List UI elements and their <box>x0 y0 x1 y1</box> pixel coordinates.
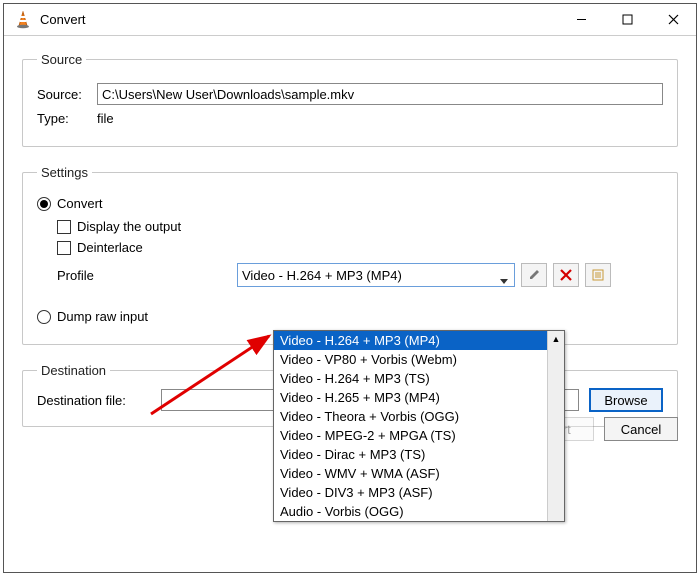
display-output-label: Display the output <box>77 219 181 234</box>
profile-option[interactable]: Video - H.264 + MP3 (MP4) <box>274 331 564 350</box>
profile-label: Profile <box>37 268 237 283</box>
source-label: Source: <box>37 87 97 102</box>
dump-raw-radio[interactable] <box>37 310 51 324</box>
delete-profile-button[interactable] <box>553 263 579 287</box>
profile-option[interactable]: Video - H.265 + MP3 (MP4) <box>274 388 564 407</box>
source-input[interactable] <box>97 83 663 105</box>
profile-option[interactable]: Video - WMV + WMA (ASF) <box>274 464 564 483</box>
scroll-up-icon[interactable]: ▲ <box>548 331 564 347</box>
destination-legend: Destination <box>37 363 110 378</box>
maximize-button[interactable] <box>604 4 650 36</box>
vlc-cone-icon <box>14 11 32 29</box>
display-output-checkbox[interactable] <box>57 220 71 234</box>
close-button[interactable] <box>650 4 696 36</box>
profile-option[interactable]: Video - Theora + Vorbis (OGG) <box>274 407 564 426</box>
cancel-button[interactable]: Cancel <box>604 417 678 441</box>
settings-group: Settings Convert Display the output Dein… <box>22 165 678 345</box>
new-profile-button[interactable] <box>585 263 611 287</box>
profile-option[interactable]: Video - DIV3 + MP3 (ASF) <box>274 483 564 502</box>
source-group: Source Source: Type: file <box>22 52 678 147</box>
profile-option[interactable]: Audio - Vorbis (OGG) <box>274 502 564 521</box>
profile-option[interactable]: Video - VP80 + Vorbis (Webm) <box>274 350 564 369</box>
profile-option[interactable]: Video - H.264 + MP3 (TS) <box>274 369 564 388</box>
dump-raw-label: Dump raw input <box>57 309 148 324</box>
deinterlace-checkbox[interactable] <box>57 241 71 255</box>
minimize-button[interactable] <box>558 4 604 36</box>
profile-dropdown-list[interactable]: Video - H.264 + MP3 (MP4)Video - VP80 + … <box>273 330 565 522</box>
profile-combobox-value: Video - H.264 + MP3 (MP4) <box>242 268 402 283</box>
deinterlace-label: Deinterlace <box>77 240 143 255</box>
profile-option[interactable]: Video - Dirac + MP3 (TS) <box>274 445 564 464</box>
source-legend: Source <box>37 52 86 67</box>
dropdown-scrollbar[interactable]: ▲ <box>547 331 564 521</box>
type-value: file <box>97 111 114 126</box>
destination-file-label: Destination file: <box>37 393 157 408</box>
type-label: Type: <box>37 111 97 126</box>
edit-profile-button[interactable] <box>521 263 547 287</box>
browse-button[interactable]: Browse <box>589 388 663 412</box>
chevron-down-icon <box>500 272 508 287</box>
window-title: Convert <box>40 12 558 27</box>
settings-legend: Settings <box>37 165 92 180</box>
profile-combobox[interactable]: Video - H.264 + MP3 (MP4) <box>237 263 515 287</box>
titlebar: Convert <box>4 4 696 36</box>
convert-window: Convert Source Source: Type: file Settin… <box>3 3 697 573</box>
convert-radio[interactable] <box>37 197 51 211</box>
convert-radio-label: Convert <box>57 196 103 211</box>
profile-option[interactable]: Video - MPEG-2 + MPGA (TS) <box>274 426 564 445</box>
